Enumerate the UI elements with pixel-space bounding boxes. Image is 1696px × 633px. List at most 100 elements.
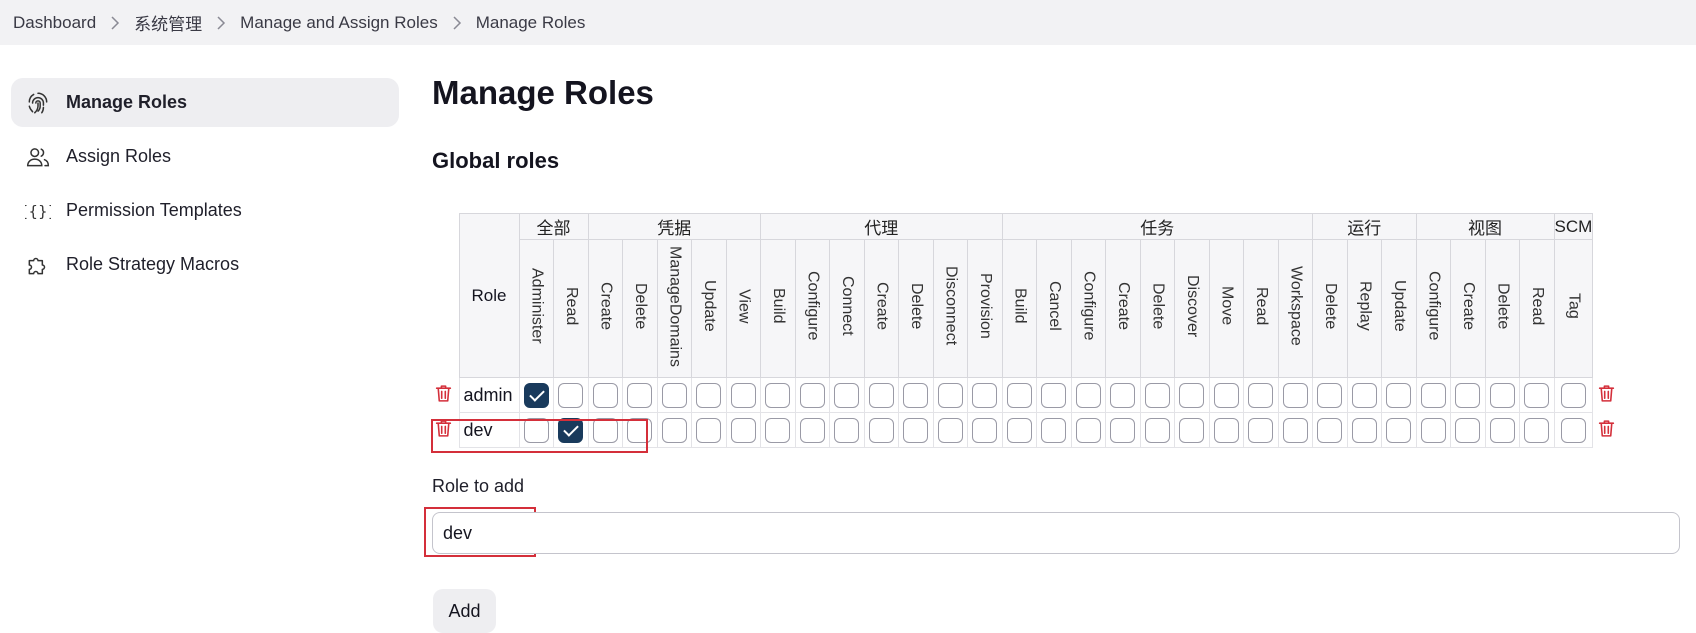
permission-cell (1346, 412, 1382, 448)
breadcrumb-item[interactable]: 系统管理 (134, 10, 202, 35)
permission-checkbox[interactable] (558, 382, 584, 408)
permission-checkbox[interactable] (1282, 417, 1308, 443)
sidebar-item-assign-roles[interactable]: Assign Roles (11, 132, 399, 181)
permission-header: Create (1105, 239, 1141, 378)
permission-cell (1381, 412, 1417, 448)
permission-checkbox[interactable] (1041, 417, 1067, 443)
permission-checkbox[interactable] (1317, 382, 1343, 408)
delete-role-icon[interactable] (432, 382, 454, 406)
permission-checkbox[interactable] (661, 417, 687, 443)
breadcrumb-item[interactable]: Dashboard (13, 13, 96, 33)
permission-checkbox[interactable] (1248, 417, 1274, 443)
permission-checkbox[interactable] (1420, 417, 1446, 443)
permission-checkbox[interactable] (1524, 382, 1550, 408)
permission-checkbox[interactable] (627, 417, 653, 443)
permission-cell (1312, 412, 1348, 448)
permission-checkbox[interactable] (696, 382, 722, 408)
permission-checkbox[interactable] (1179, 382, 1205, 408)
breadcrumb-item[interactable]: Manage and Assign Roles (240, 13, 438, 33)
permission-checkbox[interactable] (558, 417, 584, 443)
permission-cell (1243, 412, 1279, 448)
delete-role-icon[interactable] (1596, 417, 1618, 441)
permission-checkbox[interactable] (523, 382, 549, 408)
add-button[interactable]: Add (433, 589, 496, 633)
delete-role-icon[interactable] (1596, 382, 1618, 406)
role-column-header: Role (458, 213, 520, 378)
permission-label: Delete (631, 282, 649, 330)
permission-checkbox[interactable] (592, 417, 618, 443)
sidebar-item-manage-roles[interactable]: Manage Roles (11, 78, 399, 127)
permission-checkbox[interactable] (868, 382, 894, 408)
permission-checkbox[interactable] (868, 417, 894, 443)
permission-checkbox[interactable] (1386, 382, 1412, 408)
permission-checkbox[interactable] (592, 382, 618, 408)
puzzle-icon (25, 252, 51, 278)
permission-label: Read (1252, 286, 1270, 326)
permission-checkbox[interactable] (937, 417, 963, 443)
permission-checkbox[interactable] (1006, 382, 1032, 408)
permission-checkbox[interactable] (1489, 382, 1515, 408)
permission-checkbox[interactable] (799, 382, 825, 408)
permission-checkbox[interactable] (1560, 417, 1586, 443)
permission-checkbox[interactable] (1386, 417, 1412, 443)
permission-header: Read (1519, 239, 1555, 378)
permission-checkbox[interactable] (696, 417, 722, 443)
permission-checkbox[interactable] (1179, 417, 1205, 443)
permission-cell (1277, 377, 1313, 413)
permission-checkbox[interactable] (730, 417, 756, 443)
role-to-add-input[interactable] (432, 512, 1680, 554)
permission-checkbox[interactable] (1282, 382, 1308, 408)
permission-cell (1070, 377, 1106, 413)
breadcrumb-item[interactable]: Manage Roles (476, 13, 586, 33)
permission-checkbox[interactable] (1144, 382, 1170, 408)
permission-checkbox[interactable] (1075, 382, 1101, 408)
permission-checkbox[interactable] (1110, 417, 1136, 443)
permission-header: Connect (829, 239, 865, 378)
permission-checkbox[interactable] (903, 417, 929, 443)
permission-checkbox[interactable] (1213, 382, 1239, 408)
permission-cell (863, 412, 899, 448)
permission-checkbox[interactable] (1351, 382, 1377, 408)
permission-label: Workspace (1287, 266, 1305, 346)
permission-checkbox[interactable] (834, 417, 860, 443)
permission-checkbox[interactable] (1041, 382, 1067, 408)
permission-checkbox[interactable] (523, 417, 549, 443)
permission-checkbox[interactable] (834, 382, 860, 408)
permission-checkbox[interactable] (972, 417, 998, 443)
permission-checkbox[interactable] (661, 382, 687, 408)
permission-checkbox[interactable] (1075, 417, 1101, 443)
permission-checkbox[interactable] (1420, 382, 1446, 408)
permission-checkbox[interactable] (1524, 417, 1550, 443)
permission-checkbox[interactable] (765, 382, 791, 408)
permission-checkbox[interactable] (1213, 417, 1239, 443)
sidebar-item-label: Role Strategy Macros (66, 254, 240, 274)
permission-checkbox[interactable] (972, 382, 998, 408)
permission-cell (794, 412, 830, 448)
permission-checkbox[interactable] (903, 382, 929, 408)
permission-checkbox[interactable] (1248, 382, 1274, 408)
permission-checkbox[interactable] (1317, 417, 1343, 443)
permission-checkbox[interactable] (1455, 382, 1481, 408)
permission-checkbox[interactable] (1489, 417, 1515, 443)
sidebar-item-permission-templates[interactable]: {{}} Permission Templates (11, 186, 399, 235)
permission-cell (1105, 412, 1141, 448)
permission-cell (1174, 412, 1210, 448)
permission-checkbox[interactable] (1455, 417, 1481, 443)
permission-checkbox[interactable] (1144, 417, 1170, 443)
permission-checkbox[interactable] (1110, 382, 1136, 408)
permission-checkbox[interactable] (1006, 417, 1032, 443)
sidebar-item-role-strategy-macros[interactable]: Role Strategy Macros (11, 240, 399, 289)
permission-checkbox[interactable] (627, 382, 653, 408)
permission-group-header: SCM (1553, 213, 1594, 240)
permission-checkbox[interactable] (1560, 382, 1586, 408)
permission-checkbox[interactable] (937, 382, 963, 408)
permission-checkbox[interactable] (730, 382, 756, 408)
permission-checkbox[interactable] (1351, 417, 1377, 443)
delete-role-icon[interactable] (432, 417, 454, 441)
permission-cell (1415, 412, 1451, 448)
permission-checkbox[interactable] (799, 417, 825, 443)
permission-group-header: 运行 (1312, 213, 1417, 240)
template-braces-icon: {{}} (25, 198, 51, 224)
permission-checkbox[interactable] (765, 417, 791, 443)
permission-cell (932, 377, 968, 413)
